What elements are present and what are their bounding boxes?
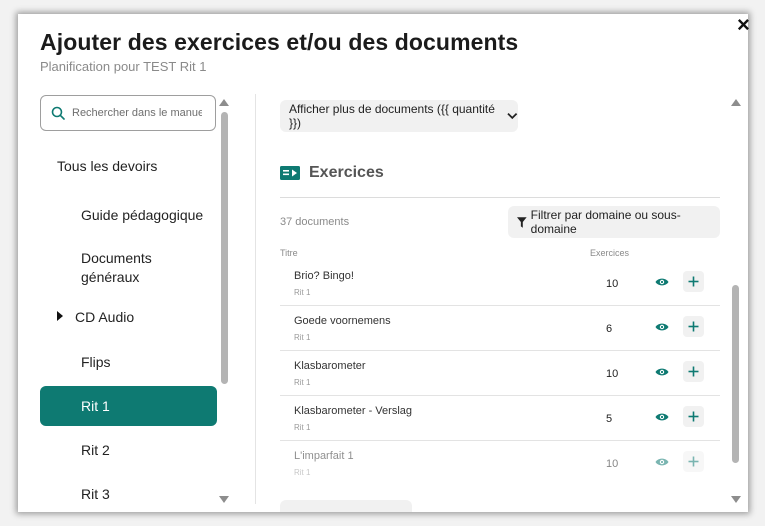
- row-title: Klasbarometer: [294, 360, 366, 372]
- show-more-label: Afficher plus de documents ({{ quantité …: [289, 102, 495, 130]
- add-button[interactable]: [683, 271, 704, 292]
- add-button[interactable]: [683, 361, 704, 382]
- search-field[interactable]: [40, 95, 216, 131]
- search-input[interactable]: [72, 107, 202, 119]
- add-button[interactable]: [683, 451, 704, 472]
- partially-visible-button[interactable]: [280, 500, 412, 512]
- dialog-subtitle: Planification pour TEST Rit 1: [40, 59, 207, 74]
- row-subtitle: Rit 1: [294, 333, 311, 342]
- table-row[interactable]: Goede voornemens Rit 1 6: [280, 307, 720, 351]
- right-scroll-down-arrow[interactable]: [731, 496, 741, 503]
- row-exercise-count: 10: [606, 278, 619, 290]
- eye-icon[interactable]: [655, 322, 669, 332]
- nav-item-cd-audio[interactable]: CD Audio: [40, 309, 217, 325]
- row-subtitle: Rit 1: [294, 423, 311, 432]
- nav-item-all[interactable]: Tous les devoirs: [57, 158, 217, 174]
- column-header-exercises: Exercices: [590, 248, 630, 258]
- table-row[interactable]: Brio? Bingo! Rit 1 10: [280, 262, 720, 306]
- add-button[interactable]: [683, 406, 704, 427]
- filter-icon: [517, 216, 527, 228]
- nav-item-guide[interactable]: Guide pédagogique: [40, 207, 217, 223]
- row-subtitle: Rit 1: [294, 378, 311, 387]
- nav-item-documents-generaux[interactable]: Documents généraux: [40, 249, 217, 287]
- eye-icon[interactable]: [655, 367, 669, 377]
- nav-item-rit-3[interactable]: Rit 3: [40, 486, 217, 502]
- row-subtitle: Rit 1: [294, 468, 311, 477]
- row-title: L'imparfait 1: [294, 450, 354, 462]
- close-icon[interactable]: ×: [737, 14, 750, 36]
- row-exercise-count: 6: [606, 323, 613, 335]
- plus-icon: [688, 276, 699, 287]
- row-title: Brio? Bingo!: [294, 270, 354, 282]
- add-button[interactable]: [683, 316, 704, 337]
- filter-button[interactable]: Filtrer par domaine ou sous-domaine: [508, 206, 720, 238]
- row-title: Goede voornemens: [294, 315, 391, 327]
- eye-icon[interactable]: [655, 277, 669, 287]
- exercises-section-header: Exercices: [280, 164, 384, 182]
- filter-label: Filtrer par domaine ou sous-domaine: [530, 208, 681, 236]
- pane-divider: [255, 94, 256, 504]
- left-scroll-down-arrow[interactable]: [219, 496, 229, 503]
- table-row[interactable]: Klasbarometer Rit 1 10: [280, 352, 720, 396]
- nav-item-rit-1[interactable]: Rit 1: [40, 386, 217, 426]
- table-row[interactable]: L'imparfait 1 Rit 1 10: [280, 442, 720, 486]
- row-subtitle: Rit 1: [294, 288, 311, 297]
- row-exercise-count: 10: [606, 458, 619, 470]
- plus-icon: [688, 366, 699, 377]
- nav-item-flips[interactable]: Flips: [40, 354, 217, 370]
- search-icon: [51, 106, 65, 120]
- plus-icon: [688, 321, 699, 332]
- left-scrollbar-thumb[interactable]: [221, 112, 228, 384]
- dialog: Ajouter des exercices et/ou des document…: [18, 14, 748, 512]
- row-title: Klasbarometer - Verslag: [294, 405, 412, 417]
- nav-item-label: CD Audio: [75, 309, 135, 325]
- section-title: Exercices: [309, 164, 384, 181]
- table-row[interactable]: Klasbarometer - Verslag Rit 1 5: [280, 397, 720, 441]
- caret-right-icon[interactable]: [57, 311, 63, 321]
- eye-icon[interactable]: [655, 412, 669, 422]
- left-scroll-up-arrow[interactable]: [219, 99, 229, 106]
- book-video-icon: [280, 166, 300, 180]
- right-scroll-up-arrow[interactable]: [731, 99, 741, 106]
- section-divider: [280, 197, 720, 198]
- plus-icon: [688, 456, 699, 467]
- nav-item-rit-2[interactable]: Rit 2: [40, 442, 217, 458]
- chevron-down-icon: [507, 112, 518, 120]
- row-exercise-count: 5: [606, 413, 613, 425]
- plus-icon: [688, 411, 699, 422]
- dialog-title: Ajouter des exercices et/ou des document…: [40, 29, 519, 55]
- column-header-title: Titre: [280, 248, 298, 258]
- show-more-documents-button[interactable]: Afficher plus de documents ({{ quantité …: [280, 100, 518, 132]
- eye-icon[interactable]: [655, 457, 669, 467]
- right-scrollbar-thumb[interactable]: [732, 285, 739, 463]
- document-count: 37 documents: [280, 216, 350, 228]
- row-exercise-count: 10: [606, 368, 619, 380]
